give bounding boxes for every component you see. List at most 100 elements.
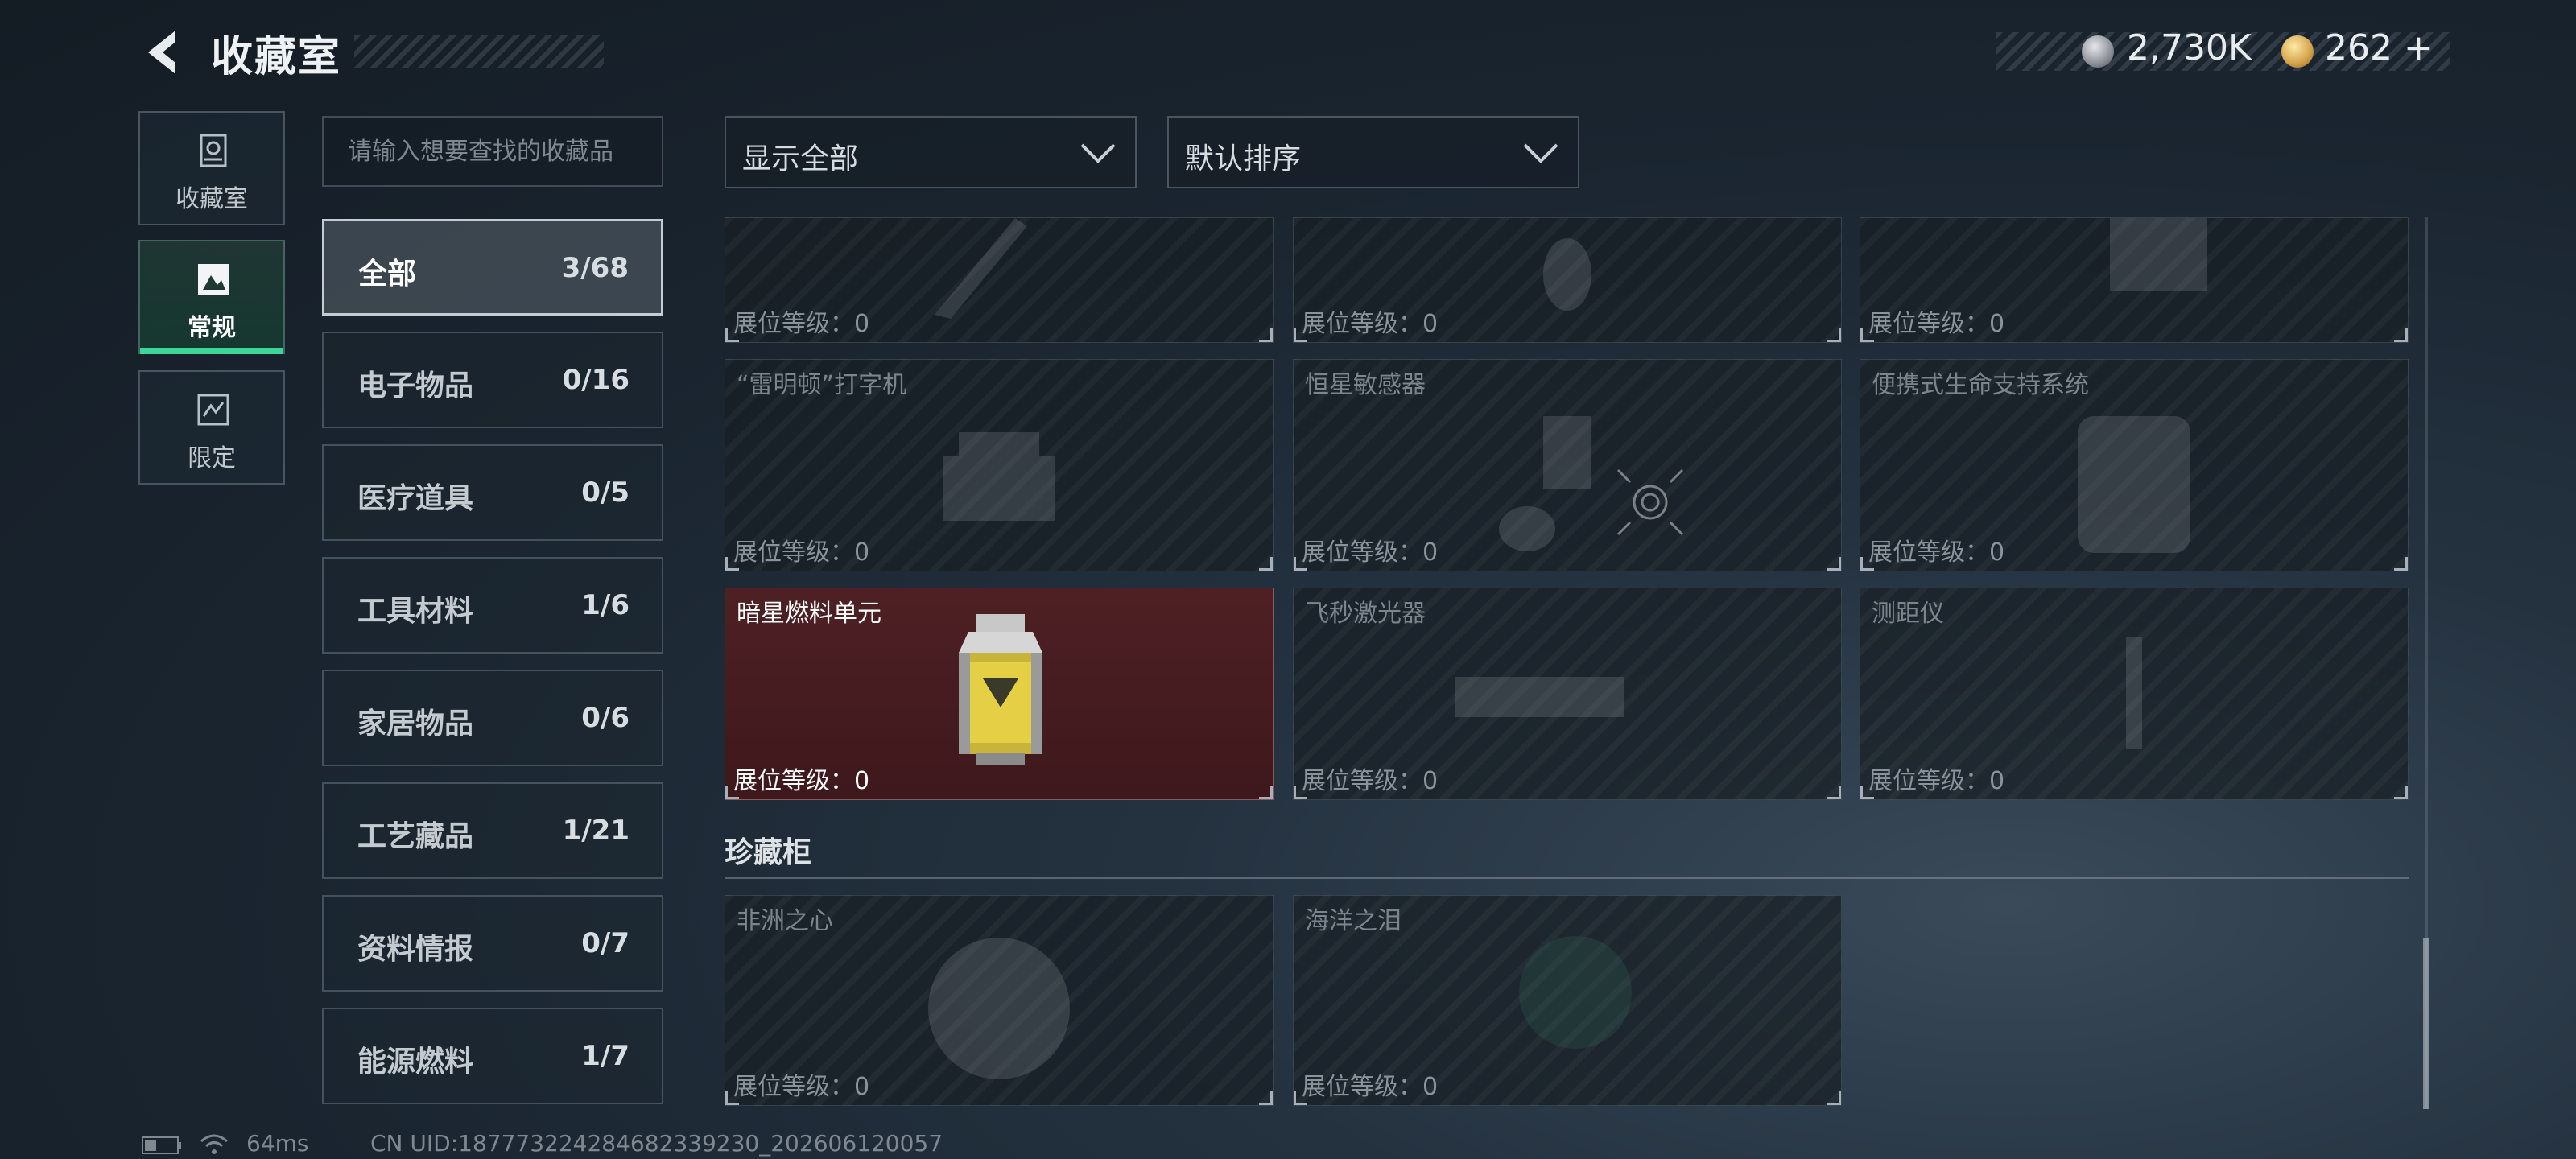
nav-tab-collection-room[interactable]: 收藏室: [138, 111, 285, 225]
star-sensor-silhouette-icon: [1499, 416, 1591, 551]
category-name: 家居物品: [357, 707, 474, 740]
scrollbar-thumb[interactable]: [2423, 938, 2429, 1109]
card-level: 展位等级：0: [1302, 538, 1439, 567]
category-count: 0/6: [581, 702, 630, 734]
silver-coin-icon: [2082, 35, 2114, 68]
collection-card[interactable]: 飞秒激光器 展位等级：0: [1293, 588, 1842, 800]
card-corner: [1827, 786, 1841, 799]
collection-card[interactable]: 海洋之泪 展位等级：0: [1293, 895, 1842, 1106]
collection-card[interactable]: 展位等级：0: [1860, 217, 2409, 343]
collection-card-owned[interactable]: 暗星燃料单元 展位等级：0: [724, 588, 1274, 800]
card-corner: [1860, 557, 1874, 571]
battery-icon: [142, 1136, 181, 1154]
nav-tab-regular[interactable]: 常规: [138, 240, 285, 354]
card-corner: [1259, 786, 1273, 799]
category-electronics[interactable]: 电子物品 0/16: [322, 332, 663, 428]
category-medical[interactable]: 医疗道具 0/5: [322, 444, 663, 541]
vase-silhouette-icon: [1543, 238, 1591, 311]
category-intel[interactable]: 资料情报 0/7: [322, 895, 663, 992]
collection-card[interactable]: 恒星敏感器 展位等级：0: [1293, 359, 1842, 571]
silver-currency-value: 2,730K: [2127, 27, 2252, 68]
search-input[interactable]: [322, 116, 663, 187]
chevron-down-icon: [1523, 143, 1558, 163]
card-name: 便携式生命支持系统: [1872, 371, 2089, 399]
target-reticle-icon: [1616, 468, 1684, 536]
collection-card[interactable]: 展位等级：0: [1293, 217, 1842, 343]
wifi-icon: [200, 1134, 228, 1154]
section-title-treasure: 珍藏柜: [724, 836, 812, 869]
typewriter-silhouette-icon: [943, 432, 1055, 521]
card-name: “雷明顿”打字机: [737, 371, 907, 399]
collection-card[interactable]: “雷明顿”打字机 展位等级：0: [724, 359, 1274, 571]
category-name: 工具材料: [357, 595, 474, 628]
card-level: 展位等级：0: [1302, 767, 1439, 795]
card-level: 展位等级：0: [733, 1073, 870, 1101]
card-corner: [1860, 786, 1874, 799]
add-currency-button[interactable]: +: [2404, 27, 2434, 68]
sort-value: 默认排序: [1185, 142, 1302, 175]
fuel-canister-icon: [959, 614, 1042, 765]
ping-value: 64ms: [246, 1130, 309, 1157]
category-name: 资料情报: [357, 933, 474, 966]
card-corner: [725, 557, 739, 571]
card-corner: [2394, 328, 2408, 342]
limited-icon: [197, 394, 229, 426]
collection-room-icon: [200, 134, 227, 167]
card-corner: [1259, 328, 1273, 342]
category-household[interactable]: 家居物品 0/6: [322, 670, 663, 766]
sort-dropdown[interactable]: 默认排序: [1167, 116, 1579, 188]
card-corner: [1827, 557, 1841, 571]
gold-currency-value[interactable]: 262 +: [2325, 27, 2434, 68]
card-corner: [1860, 328, 1874, 342]
nav-tab-label: 收藏室: [175, 185, 248, 213]
collection-card[interactable]: 非洲之心 展位等级：0: [724, 895, 1274, 1106]
card-corner: [2394, 557, 2408, 571]
card-corner: [1294, 328, 1307, 342]
card-level: 展位等级：0: [1868, 767, 2005, 795]
back-arrow-icon[interactable]: [137, 24, 193, 80]
gem-silhouette-icon: [1519, 936, 1632, 1049]
category-count: 0/5: [581, 476, 630, 509]
collection-card[interactable]: 便携式生命支持系统 展位等级：0: [1860, 359, 2409, 571]
item-silhouette-icon: [935, 218, 1027, 319]
category-tools[interactable]: 工具材料 1/6: [322, 557, 663, 654]
diamond-silhouette-icon: [928, 938, 1070, 1079]
user-uid: CN UID:187773224284682339230_20260612005…: [370, 1130, 943, 1157]
category-count: 1/7: [581, 1040, 630, 1072]
card-level: 展位等级：0: [733, 767, 870, 795]
active-tab-indicator: [140, 348, 283, 354]
regular-icon: [198, 264, 229, 295]
nav-tab-limited[interactable]: 限定: [138, 370, 285, 485]
card-name: 测距仪: [1872, 600, 1944, 628]
category-crafts[interactable]: 工艺藏品 1/21: [322, 782, 663, 879]
display-filter-dropdown[interactable]: 显示全部: [724, 116, 1137, 188]
card-corner: [2394, 786, 2408, 799]
category-count: 0/16: [562, 364, 630, 396]
nav-tab-label: 限定: [188, 444, 236, 472]
category-name: 电子物品: [357, 369, 474, 402]
card-level: 展位等级：0: [1302, 310, 1439, 338]
card-level: 展位等级：0: [1302, 1073, 1439, 1101]
collection-card[interactable]: 展位等级：0: [724, 217, 1274, 343]
gold-currency-amount: 262: [2325, 27, 2392, 68]
card-corner: [725, 786, 739, 799]
item-silhouette-icon: [2110, 218, 2207, 291]
card-corner: [725, 1091, 739, 1105]
card-level: 展位等级：0: [733, 538, 870, 567]
card-level: 展位等级：0: [733, 310, 870, 338]
life-support-silhouette-icon: [2078, 416, 2190, 553]
collection-card[interactable]: 测距仪 展位等级：0: [1860, 588, 2409, 800]
rangefinder-silhouette-icon: [2126, 637, 2142, 749]
nav-tab-label: 常规: [188, 314, 236, 342]
card-name: 恒星敏感器: [1305, 371, 1426, 399]
title-decoration: [354, 35, 604, 68]
category-count: 1/21: [562, 815, 630, 847]
card-corner: [1294, 786, 1307, 799]
page-title: 收藏室: [211, 33, 342, 81]
category-count: 1/6: [581, 589, 630, 621]
category-all[interactable]: 全部 3/68: [322, 219, 663, 316]
category-energy[interactable]: 能源燃料 1/7: [322, 1008, 663, 1104]
display-filter-value: 显示全部: [742, 142, 859, 175]
chevron-down-icon: [1080, 143, 1116, 163]
card-corner: [1827, 328, 1841, 342]
